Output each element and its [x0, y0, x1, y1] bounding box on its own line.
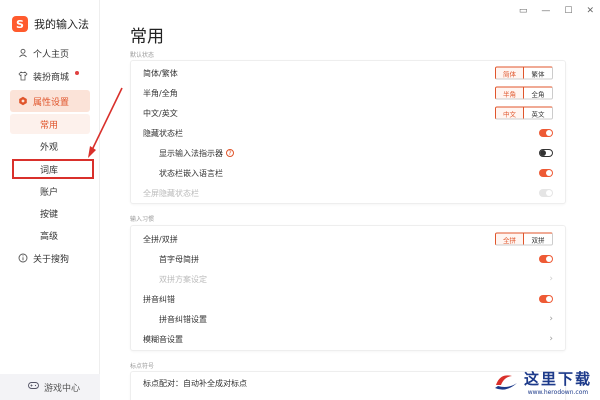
watermark-url: www.herodown.com — [527, 389, 589, 396]
segment-option-selected[interactable]: 全拼 — [496, 233, 524, 245]
segment-option[interactable]: 英文 — [524, 107, 552, 119]
row-half-full-width: 半角/全角 半角 全角 — [131, 83, 565, 103]
chevron-right-icon: › — [549, 334, 553, 344]
watermark-logo-icon — [492, 371, 520, 393]
row-initial-abbrev: 首字母简拼 — [131, 249, 565, 269]
row-label: 拼音纠错设置 — [159, 314, 207, 324]
sidebar-item-label: 装扮商城 — [33, 72, 70, 83]
segment-option[interactable]: 双拼 — [524, 233, 552, 245]
initial-abbrev-toggle[interactable] — [539, 255, 553, 263]
row-double-pinyin-scheme: 双拼方案设定 › — [131, 269, 565, 289]
row-hide-statusbar: 隐藏状态栏 — [131, 123, 565, 143]
row-label: 模糊音设置 — [143, 334, 183, 344]
sidebar-item-profile[interactable]: 个人主页 — [0, 42, 100, 64]
row-label: 简体/繁体 — [143, 68, 178, 78]
show-indicator-toggle[interactable] — [539, 149, 553, 157]
pinyin-correction-toggle[interactable] — [539, 295, 553, 303]
card-input-habits: 全拼/双拼 全拼 双拼 首字母简拼 双拼方案设定 › 拼音纠错 拼音纠错设置 ›… — [130, 225, 566, 351]
app-title-text: 我的输入法 — [34, 18, 89, 31]
row-label: 显示输入法指示器 — [159, 148, 223, 158]
row-chinese-english: 中文/英文 中文 英文 — [131, 103, 565, 123]
section-label-punctuation: 标点符号 — [130, 363, 155, 370]
watermark: 这里下载 www.herodown.com — [492, 368, 592, 396]
sidebar-subitem-common[interactable]: 常用 — [10, 114, 90, 134]
row-label: 半角/全角 — [143, 88, 178, 98]
row-fuzzy-sound-settings[interactable]: 模糊音设置 › — [131, 329, 565, 349]
chinese-english-segment: 中文 英文 — [495, 106, 553, 120]
row-embed-language-bar: 状态栏嵌入语言栏 — [131, 163, 565, 183]
sidebar-item-about[interactable]: 关于搜狗 — [0, 247, 100, 269]
simplified-traditional-segment: 简体 繁体 — [495, 66, 553, 80]
sidebar-subitem-account[interactable]: 账户 — [10, 181, 90, 201]
full-double-pinyin-segment: 全拼 双拼 — [495, 232, 553, 246]
segment-option-selected[interactable]: 半角 — [496, 87, 524, 99]
chevron-right-icon: › — [549, 314, 553, 324]
main-content: 常用 默认状态 简体/繁体 简体 繁体 半角/全角 半角 全角 中文/英文 中文… — [100, 0, 600, 400]
half-full-width-segment: 半角 全角 — [495, 86, 553, 100]
user-icon — [18, 48, 28, 58]
hide-statusbar-toggle[interactable] — [539, 129, 553, 137]
game-center-label: 游戏中心 — [44, 383, 81, 394]
row-label: 拼音纠错 — [143, 294, 175, 304]
row-simplified-traditional: 简体/繁体 简体 繁体 — [131, 63, 565, 83]
sidebar-item-settings[interactable]: 属性设置 — [10, 90, 90, 112]
sidebar-subitem-appearance[interactable]: 外观 — [10, 136, 90, 156]
chevron-right-icon: › — [549, 274, 553, 284]
settings-icon — [18, 96, 28, 106]
fullscreen-hide-toggle — [539, 189, 553, 197]
segment-option[interactable]: 全角 — [524, 87, 552, 99]
shirt-icon — [18, 71, 28, 81]
row-label: 全屏隐藏状态栏 — [143, 188, 199, 198]
sidebar-subitem-advanced[interactable]: 高级 — [10, 225, 90, 245]
row-full-double-pinyin: 全拼/双拼 全拼 双拼 — [131, 229, 565, 249]
row-show-indicator: 显示输入法指示器 ? — [131, 143, 565, 163]
sidebar-item-store[interactable]: 装扮商城 — [0, 65, 100, 87]
watermark-title: 这里下载 — [523, 370, 592, 388]
page-title: 常用 — [130, 27, 164, 47]
row-label: 双拼方案设定 — [159, 274, 207, 284]
row-fullscreen-hide: 全屏隐藏状态栏 — [131, 183, 565, 203]
notification-dot — [75, 71, 80, 75]
segment-option-selected[interactable]: 简体 — [496, 67, 524, 79]
row-label: 隐藏状态栏 — [143, 128, 183, 138]
info-icon — [18, 253, 28, 263]
gamepad-icon — [28, 381, 39, 393]
help-icon[interactable]: ? — [226, 149, 234, 157]
row-label: 首字母简拼 — [159, 254, 199, 264]
section-label-input-habits: 输入习惯 — [130, 216, 155, 223]
segment-option[interactable]: 繁体 — [524, 67, 552, 79]
sogou-logo-icon: S — [12, 16, 28, 32]
sidebar-item-label: 属性设置 — [33, 97, 70, 108]
row-label: 标点配对：自动补全成对标点 — [143, 378, 247, 388]
row-label: 中文/英文 — [143, 108, 178, 118]
dictionary-highlight-box — [12, 159, 94, 179]
row-pinyin-correction: 拼音纠错 — [131, 289, 565, 309]
row-label: 状态栏嵌入语言栏 — [159, 168, 223, 178]
app-title: S 我的输入法 — [12, 16, 89, 32]
segment-option-selected[interactable]: 中文 — [496, 107, 524, 119]
sidebar: S 我的输入法 个人主页 装扮商城 属性设置 常用 外观 词库 账户 按键 高级… — [0, 0, 100, 400]
row-pinyin-correction-settings[interactable]: 拼音纠错设置 › — [131, 309, 565, 329]
sidebar-item-label: 关于搜狗 — [33, 254, 70, 265]
row-label: 全拼/双拼 — [143, 234, 178, 244]
section-label-default-state: 默认状态 — [130, 52, 155, 59]
sidebar-subitem-keys[interactable]: 按键 — [10, 203, 90, 223]
card-default-state: 简体/繁体 简体 繁体 半角/全角 半角 全角 中文/英文 中文 英文 隐藏状态… — [130, 60, 566, 204]
embed-language-bar-toggle[interactable] — [539, 169, 553, 177]
sidebar-item-label: 个人主页 — [33, 49, 70, 60]
game-center-button[interactable]: 游戏中心 — [0, 374, 100, 400]
